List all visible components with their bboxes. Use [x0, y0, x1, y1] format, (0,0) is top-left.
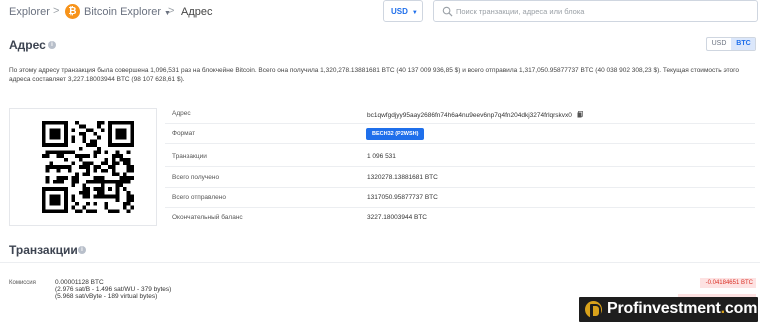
qr-card [9, 108, 157, 226]
address-value[interactable]: bc1qwfgdjyy95aay2686fn74h6a4nu9eev6np7q4… [367, 110, 583, 119]
detail-row-format: Формат BECH32 (P2WSH) [165, 124, 755, 144]
watermark-banner: Profinvestment.com [579, 297, 758, 322]
chevron-down-icon: ▼ [411, 10, 418, 16]
page-title: Адрес [9, 38, 46, 52]
detail-label: Всего получено [172, 174, 220, 181]
watermark-tld: com [724, 300, 758, 317]
breadcrumb-separator: > [168, 5, 175, 17]
currency-select[interactable]: USD ▼ [383, 0, 423, 22]
breadcrumb-explorer[interactable]: Explorer [9, 6, 50, 18]
toggle-btc[interactable]: BTC [731, 38, 755, 50]
detail-row-sent: Всего отправлено 1317050.95877737 BTC [165, 188, 755, 208]
detail-row-address: Адрес bc1qwfgdjyy95aay2686fn74h6a4nu9eev… [165, 104, 755, 124]
profinvestment-logo-icon [585, 301, 602, 318]
fee-sat-per-vbyte: (5.968 sat/vByte - 189 virtual bytes) [55, 293, 158, 300]
balance-value: 3227.18003944 BTC [367, 214, 427, 221]
transactions-title: Транзакции [9, 243, 78, 257]
currency-select-label: USD [391, 7, 408, 16]
detail-label: Всего отправлено [172, 194, 226, 201]
fee-sat-per-byte: (2.976 sat/B - 1.496 sat/WU - 379 bytes) [55, 286, 172, 293]
copy-icon[interactable] [577, 110, 583, 118]
breadcrumb-current: Адрес [181, 6, 213, 18]
address-summary: По этому адресу транзакция была совершен… [9, 67, 739, 83]
currency-toggle[interactable]: USD BTC [706, 37, 756, 51]
watermark-text: Profinvestment.com [607, 300, 757, 318]
sent-value: 1317050.95877737 BTC [367, 194, 438, 201]
search-icon [442, 6, 453, 17]
detail-row-received: Всего получено 1320278.13881681 BTC [165, 168, 755, 188]
address-text: bc1qwfgdjyy95aay2686fn74h6a4nu9eev6np7q4… [367, 112, 572, 119]
watermark-brand: Profinvestment [607, 300, 721, 317]
search-input[interactable] [456, 4, 751, 18]
detail-row-transactions: Транзакции 1 096 531 [165, 147, 755, 167]
tx-count-value: 1 096 531 [367, 153, 396, 160]
received-value: 1320278.13881681 BTC [367, 174, 438, 181]
explorer-selector[interactable]: Bitcoin Explorer ▼ [84, 6, 171, 18]
info-icon[interactable]: i [78, 246, 86, 254]
qr-code [42, 121, 134, 213]
detail-label: Адрес [172, 110, 191, 117]
fee-label: Комиссия [9, 280, 36, 286]
explorer-selector-label: Bitcoin Explorer [84, 6, 162, 18]
search-box[interactable] [433, 0, 758, 22]
breadcrumb-separator: > [53, 5, 60, 17]
fee-btc: 0.00001128 BTC [55, 279, 104, 286]
detail-label: Транзакции [172, 153, 207, 160]
divider [0, 262, 760, 263]
top-bar: Explorer > ₿ Bitcoin Explorer ▼ > Адрес U… [0, 0, 760, 24]
info-icon[interactable]: i [48, 41, 56, 49]
detail-label: Формат [172, 130, 196, 137]
next-transaction-row [0, 322, 760, 328]
detail-row-balance: Окончательный баланс 3227.18003944 BTC [165, 208, 755, 228]
toggle-usd[interactable]: USD [707, 38, 731, 50]
format-badge: BECH32 (P2WSH) [366, 128, 425, 140]
tx-amount-badge: -0.04184651 BTC [700, 278, 756, 288]
bitcoin-logo-icon: ₿ [65, 4, 80, 19]
detail-label: Окончательный баланс [172, 214, 243, 221]
